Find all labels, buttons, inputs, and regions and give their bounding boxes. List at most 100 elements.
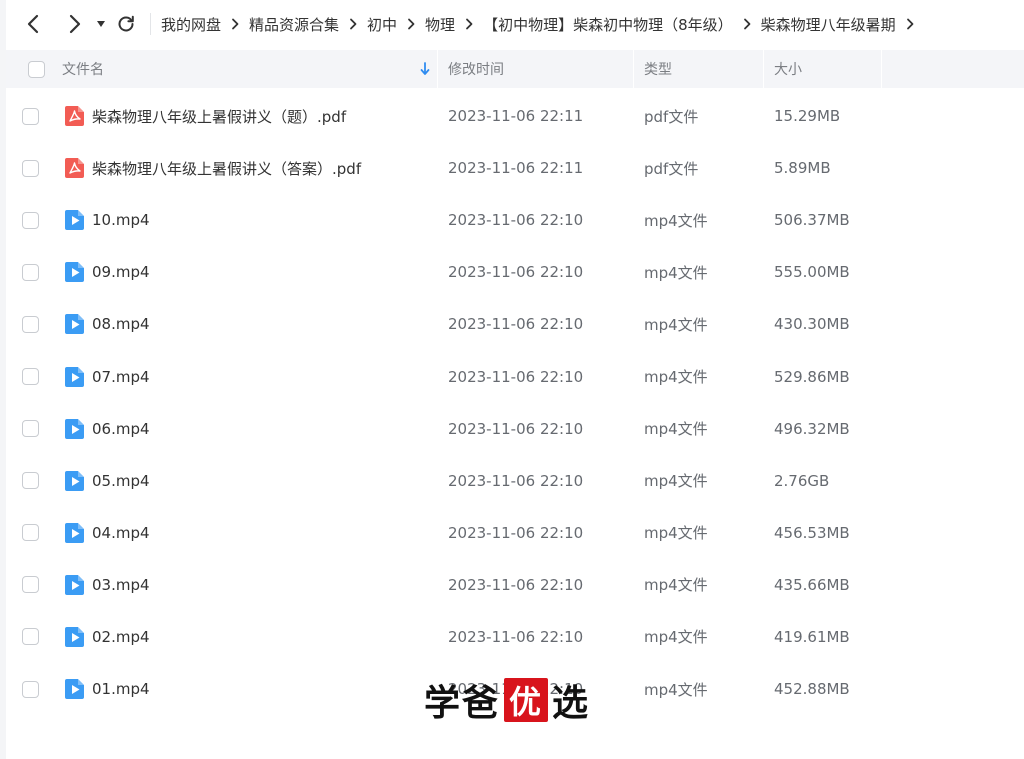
column-header-time[interactable]: 修改时间 bbox=[438, 50, 634, 88]
row-checkbox[interactable] bbox=[22, 680, 39, 698]
column-header-name[interactable]: 文件名 bbox=[38, 50, 438, 88]
file-row[interactable]: 07.mp4 2023-11-06 22:10 mp4文件 529.86MB bbox=[6, 350, 1024, 402]
row-select bbox=[6, 680, 64, 698]
file-list: 柴森物理八年级上暑假讲义（题）.pdf 2023-11-06 22:11 pdf文件… bbox=[6, 90, 1024, 715]
video-icon bbox=[64, 261, 92, 283]
chevron-right-icon bbox=[733, 18, 761, 30]
file-size: 430.30MB bbox=[774, 315, 850, 334]
row-select bbox=[6, 524, 64, 542]
file-row[interactable]: 03.mp4 2023-11-06 22:10 mp4文件 435.66MB bbox=[6, 559, 1024, 611]
file-type: mp4文件 bbox=[644, 472, 708, 491]
column-header-size-label: 大小 bbox=[774, 62, 802, 78]
file-row[interactable]: 02.mp4 2023-11-06 22:10 mp4文件 419.61MB bbox=[6, 611, 1024, 663]
file-size: 5.89MB bbox=[774, 159, 831, 178]
file-row[interactable]: 10.mp4 2023-11-06 22:10 mp4文件 506.37MB bbox=[6, 194, 1024, 246]
breadcrumb-item[interactable]: 我的网盘 bbox=[161, 14, 221, 35]
file-size: 496.32MB bbox=[774, 419, 850, 438]
file-size: 506.37MB bbox=[774, 211, 850, 230]
row-select bbox=[6, 315, 64, 333]
row-select bbox=[6, 107, 64, 125]
pdf-icon bbox=[64, 157, 92, 179]
chevron-right-icon bbox=[455, 18, 483, 30]
file-size: 2.76GB bbox=[774, 471, 830, 490]
file-modified-time: 2023-11-06 22:10 bbox=[448, 523, 584, 542]
row-select bbox=[6, 159, 64, 177]
file-modified-time: 2023-11-06 22:10 bbox=[448, 367, 584, 386]
file-modified-time: 2023-11-06 22:10 bbox=[448, 575, 584, 594]
file-name[interactable]: 柴森物理八年级上暑假讲义（题）.pdf bbox=[92, 106, 448, 127]
video-icon bbox=[64, 626, 92, 648]
file-name[interactable]: 08.mp4 bbox=[92, 315, 448, 333]
chevron-right-icon bbox=[69, 14, 81, 34]
history-dropdown-button[interactable] bbox=[92, 8, 110, 40]
row-select bbox=[6, 368, 64, 386]
file-type: mp4文件 bbox=[644, 420, 708, 439]
refresh-button[interactable] bbox=[110, 8, 142, 40]
file-row[interactable]: 08.mp4 2023-11-06 22:10 mp4文件 430.30MB bbox=[6, 298, 1024, 350]
file-modified-time: 2023-11-06 22:10 bbox=[448, 315, 584, 334]
breadcrumb: 我的网盘 精品资源合集 初中 物理 【初中物理】柴森初中物理（8年级） 柴森物理八年级暑期 bbox=[161, 0, 924, 48]
file-name[interactable]: 05.mp4 bbox=[92, 472, 448, 490]
row-checkbox[interactable] bbox=[22, 107, 39, 125]
video-icon bbox=[64, 522, 92, 544]
chevron-right-icon bbox=[339, 18, 367, 30]
file-type: mp4文件 bbox=[644, 628, 708, 647]
file-name[interactable]: 01.mp4 bbox=[92, 680, 448, 698]
chevron-right-icon bbox=[397, 18, 425, 30]
row-checkbox[interactable] bbox=[22, 263, 39, 281]
watermark: 学爸 优 选 bbox=[424, 676, 590, 724]
file-type: mp4文件 bbox=[644, 680, 708, 699]
breadcrumb-item[interactable]: 【初中物理】柴森初中物理（8年级） bbox=[483, 14, 733, 35]
file-modified-time: 2023-11-06 22:11 bbox=[448, 159, 584, 178]
file-size: 15.29MB bbox=[774, 107, 841, 126]
file-name[interactable]: 07.mp4 bbox=[92, 368, 448, 386]
breadcrumb-item[interactable]: 柴森物理八年级暑期 bbox=[761, 14, 896, 35]
video-icon bbox=[64, 678, 92, 700]
file-name[interactable]: 04.mp4 bbox=[92, 524, 448, 542]
chevron-left-icon bbox=[27, 14, 39, 34]
forward-button[interactable] bbox=[58, 8, 90, 40]
video-icon bbox=[64, 470, 92, 492]
refresh-icon bbox=[118, 15, 134, 32]
file-row[interactable]: 柴森物理八年级上暑假讲义（题）.pdf 2023-11-06 22:11 pdf文件… bbox=[6, 90, 1024, 142]
breadcrumb-item[interactable]: 物理 bbox=[425, 14, 455, 35]
row-checkbox[interactable] bbox=[22, 576, 39, 594]
file-row[interactable]: 06.mp4 2023-11-06 22:10 mp4文件 496.32MB bbox=[6, 403, 1024, 455]
file-type: mp4文件 bbox=[644, 524, 708, 543]
file-name[interactable]: 09.mp4 bbox=[92, 263, 448, 281]
column-header-name-label: 文件名 bbox=[62, 62, 104, 78]
breadcrumb-item[interactable]: 精品资源合集 bbox=[249, 14, 339, 35]
file-name[interactable]: 10.mp4 bbox=[92, 211, 448, 229]
row-checkbox[interactable] bbox=[22, 368, 39, 386]
sort-down-icon[interactable] bbox=[420, 62, 430, 76]
file-row[interactable]: 09.mp4 2023-11-06 22:10 mp4文件 555.00MB bbox=[6, 246, 1024, 298]
back-button[interactable] bbox=[18, 8, 50, 40]
row-checkbox[interactable] bbox=[22, 159, 39, 177]
row-checkbox[interactable] bbox=[22, 420, 39, 438]
file-name[interactable]: 06.mp4 bbox=[92, 420, 448, 438]
file-row[interactable]: 05.mp4 2023-11-06 22:10 mp4文件 2.76GB bbox=[6, 455, 1024, 507]
breadcrumb-item[interactable]: 初中 bbox=[367, 14, 397, 35]
row-checkbox[interactable] bbox=[22, 211, 39, 229]
file-row[interactable]: 柴森物理八年级上暑假讲义（答案）.pdf 2023-11-06 22:11 pdf文… bbox=[6, 142, 1024, 194]
pdf-icon bbox=[64, 105, 92, 127]
file-name[interactable]: 03.mp4 bbox=[92, 576, 448, 594]
file-size: 435.66MB bbox=[774, 575, 850, 594]
file-name[interactable]: 柴森物理八年级上暑假讲义（答案）.pdf bbox=[92, 158, 448, 179]
caret-down-icon bbox=[97, 21, 105, 27]
file-size: 529.86MB bbox=[774, 367, 850, 386]
file-modified-time: 2023-11-06 22:10 bbox=[448, 627, 584, 646]
row-checkbox[interactable] bbox=[22, 472, 39, 490]
toolbar-separator bbox=[150, 13, 151, 35]
file-row[interactable]: 04.mp4 2023-11-06 22:10 mp4文件 456.53MB bbox=[6, 507, 1024, 559]
watermark-text-1: 学爸 bbox=[424, 683, 501, 724]
row-checkbox[interactable] bbox=[22, 628, 39, 646]
row-checkbox[interactable] bbox=[22, 524, 39, 542]
file-type: pdf文件 bbox=[644, 159, 699, 178]
column-header-type-label: 类型 bbox=[644, 62, 672, 78]
file-name[interactable]: 02.mp4 bbox=[92, 628, 448, 646]
column-header-type[interactable]: 类型 bbox=[634, 50, 764, 88]
row-checkbox[interactable] bbox=[22, 315, 39, 333]
file-size: 555.00MB bbox=[774, 263, 850, 282]
column-header-size[interactable]: 大小 bbox=[764, 50, 882, 88]
